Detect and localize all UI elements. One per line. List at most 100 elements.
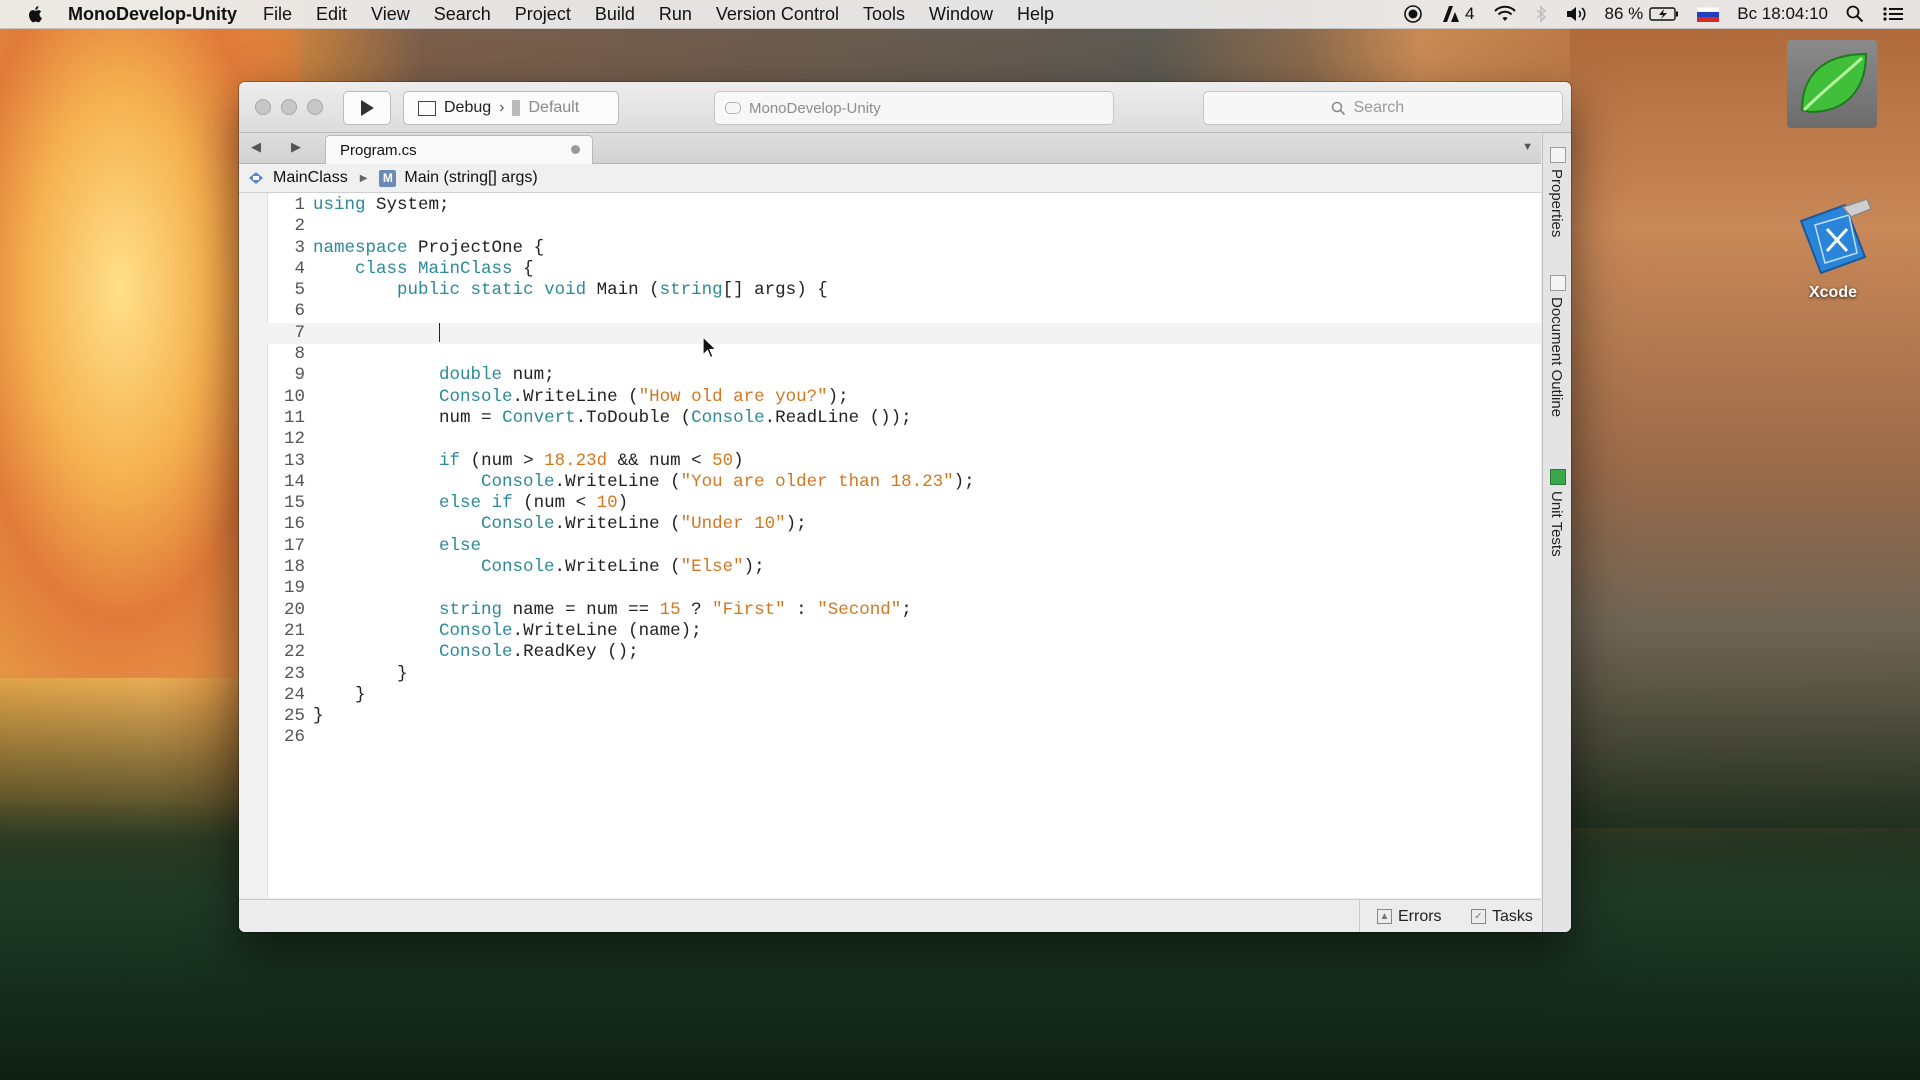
- desktop-leaf-app[interactable]: [1787, 40, 1877, 128]
- code-line[interactable]: 16 Console.WriteLine ("Under 10");: [267, 514, 1541, 535]
- menu-file[interactable]: File: [263, 4, 292, 25]
- code-line[interactable]: 14 Console.WriteLine ("You are older tha…: [267, 472, 1541, 493]
- menu-project[interactable]: Project: [515, 4, 571, 25]
- code-text: Console.WriteLine ("You are older than 1…: [481, 471, 975, 492]
- code-line[interactable]: 1 using System;: [267, 195, 1541, 216]
- tab-list-dropdown-icon[interactable]: ▼: [1522, 141, 1533, 153]
- code-line[interactable]: 9 double num;: [267, 365, 1541, 386]
- code-text: }: [313, 684, 366, 705]
- menu-window[interactable]: Window: [929, 4, 993, 25]
- line-number: 5: [294, 280, 305, 301]
- tab-close-icon[interactable]: [571, 145, 580, 154]
- document-outline-pad-tab[interactable]: Document Outline: [1548, 297, 1565, 417]
- menu-version-control[interactable]: Version Control: [716, 4, 839, 25]
- code-line[interactable]: 26: [267, 727, 1541, 748]
- search-input[interactable]: [1351, 98, 1436, 118]
- line-number: 12: [283, 429, 305, 450]
- code-text: else: [439, 535, 482, 556]
- tab-program-cs[interactable]: Program.cs: [325, 135, 593, 164]
- breadcrumb-method[interactable]: Main (string[] args): [404, 169, 537, 187]
- line-number: 17: [283, 535, 305, 556]
- code-line[interactable]: 22 Console.ReadKey ();: [267, 642, 1541, 663]
- menu-run[interactable]: Run: [659, 4, 692, 25]
- menu-search[interactable]: Search: [434, 4, 491, 25]
- minimize-window-button[interactable]: [281, 99, 297, 115]
- code-line[interactable]: 17 else: [267, 536, 1541, 557]
- clock[interactable]: Вс 18:04:10: [1737, 4, 1828, 24]
- code-line[interactable]: 18 Console.WriteLine ("Else");: [267, 557, 1541, 578]
- app-menu[interactable]: MonoDevelop-Unity: [68, 4, 237, 25]
- menu-view[interactable]: View: [371, 4, 410, 25]
- unit-tests-pad-tab[interactable]: Unit Tests: [1548, 491, 1565, 557]
- desktop-xcode-app[interactable]: Xcode: [1790, 195, 1876, 302]
- code-text: else if (num < 10): [439, 493, 629, 514]
- close-window-button[interactable]: [255, 99, 271, 115]
- menu-help[interactable]: Help: [1017, 4, 1054, 25]
- code-line[interactable]: 21 Console.WriteLine (name);: [267, 621, 1541, 642]
- bluetooth-icon[interactable]: [1535, 5, 1547, 23]
- menu-edit[interactable]: Edit: [316, 4, 347, 25]
- line-number: 10: [283, 386, 305, 407]
- code-line[interactable]: 23 }: [267, 664, 1541, 685]
- errors-pad-button[interactable]: ▲ Errors: [1377, 900, 1442, 932]
- errors-label: Errors: [1398, 907, 1442, 925]
- code-line[interactable]: 24 }: [267, 685, 1541, 706]
- code-line[interactable]: 12: [267, 429, 1541, 450]
- spotlight-search-icon[interactable]: [1846, 5, 1864, 23]
- code-line[interactable]: 19: [267, 578, 1541, 599]
- line-number: 23: [283, 663, 305, 684]
- code-line[interactable]: 3 namespace ProjectOne {: [267, 238, 1541, 259]
- code-editor[interactable]: 1 using System; 2 3 namespace ProjectOne {4 …: [239, 193, 1541, 898]
- wifi-icon[interactable]: [1493, 5, 1517, 23]
- window-toolbar: Debug › Default MonoDevelop-Unity: [239, 82, 1571, 133]
- configuration-selector[interactable]: Debug › Default: [403, 91, 619, 125]
- tasks-pad-button[interactable]: ✓ Tasks: [1471, 900, 1533, 932]
- code-line[interactable]: 20 string name = num == 15 ? "First" : "…: [267, 600, 1541, 621]
- code-line[interactable]: 7: [267, 322, 1541, 345]
- screen-record-icon[interactable]: [1403, 4, 1423, 24]
- text-caret: [439, 322, 441, 342]
- code-line[interactable]: 4 class MainClass {: [267, 259, 1541, 280]
- volume-icon[interactable]: [1565, 5, 1587, 23]
- adobe-status[interactable]: 4: [1441, 4, 1475, 24]
- line-number: 16: [283, 514, 305, 535]
- code-line[interactable]: 8: [267, 344, 1541, 365]
- menu-tools[interactable]: Tools: [863, 4, 905, 25]
- menu-build[interactable]: Build: [595, 4, 635, 25]
- code-line[interactable]: 15 else if (num < 10): [267, 493, 1541, 514]
- chevron-right-icon: ›: [499, 99, 505, 116]
- code-line[interactable]: 11 num = Convert.ToDouble (Console.ReadL…: [267, 408, 1541, 429]
- breadcrumb-class[interactable]: MainClass: [273, 169, 348, 187]
- search-box[interactable]: [1203, 91, 1563, 125]
- code-area[interactable]: 1 using System; 2 3 namespace ProjectOne {4 …: [267, 195, 1541, 749]
- tasks-label: Tasks: [1492, 907, 1533, 925]
- code-line[interactable]: 13 if (num > 18.23d && num < 50): [267, 451, 1541, 472]
- code-text: Console.ReadKey ();: [439, 642, 639, 663]
- notification-center-icon[interactable]: [1882, 5, 1904, 23]
- breadcrumb-arrow-icon: ▶: [359, 172, 368, 184]
- run-button[interactable]: [343, 91, 391, 125]
- code-line[interactable]: 5 public static void Main (string[] args…: [267, 280, 1541, 301]
- document-outline-pad-icon: [1550, 275, 1566, 291]
- ide-window: Debug › Default MonoDevelop-Unity ◀ ▶ Pr…: [239, 82, 1571, 932]
- apple-menu-icon[interactable]: [26, 4, 46, 24]
- line-number: 8: [294, 344, 305, 365]
- line-number: 26: [283, 727, 305, 748]
- russian-flag-icon[interactable]: [1697, 6, 1720, 22]
- properties-pad-tab[interactable]: Properties: [1548, 169, 1565, 237]
- code-line[interactable]: 25}: [267, 706, 1541, 727]
- battery-status[interactable]: 86 %: [1605, 4, 1680, 24]
- line-number: 4: [294, 258, 305, 279]
- code-line[interactable]: 10 Console.WriteLine ("How old are you?"…: [267, 387, 1541, 408]
- code-text: }: [313, 663, 408, 684]
- code-line[interactable]: 2: [267, 216, 1541, 237]
- code-line[interactable]: 6: [267, 301, 1541, 322]
- nav-back-icon[interactable]: ◀: [251, 139, 261, 155]
- status-bar: ▲ Errors ✓ Tasks: [239, 899, 1541, 932]
- search-icon: [1331, 101, 1345, 115]
- zoom-window-button[interactable]: [307, 99, 323, 115]
- nav-forward-icon[interactable]: ▶: [291, 139, 301, 155]
- status-title: MonoDevelop-Unity: [749, 99, 881, 117]
- battery-charging-icon: [1649, 7, 1679, 21]
